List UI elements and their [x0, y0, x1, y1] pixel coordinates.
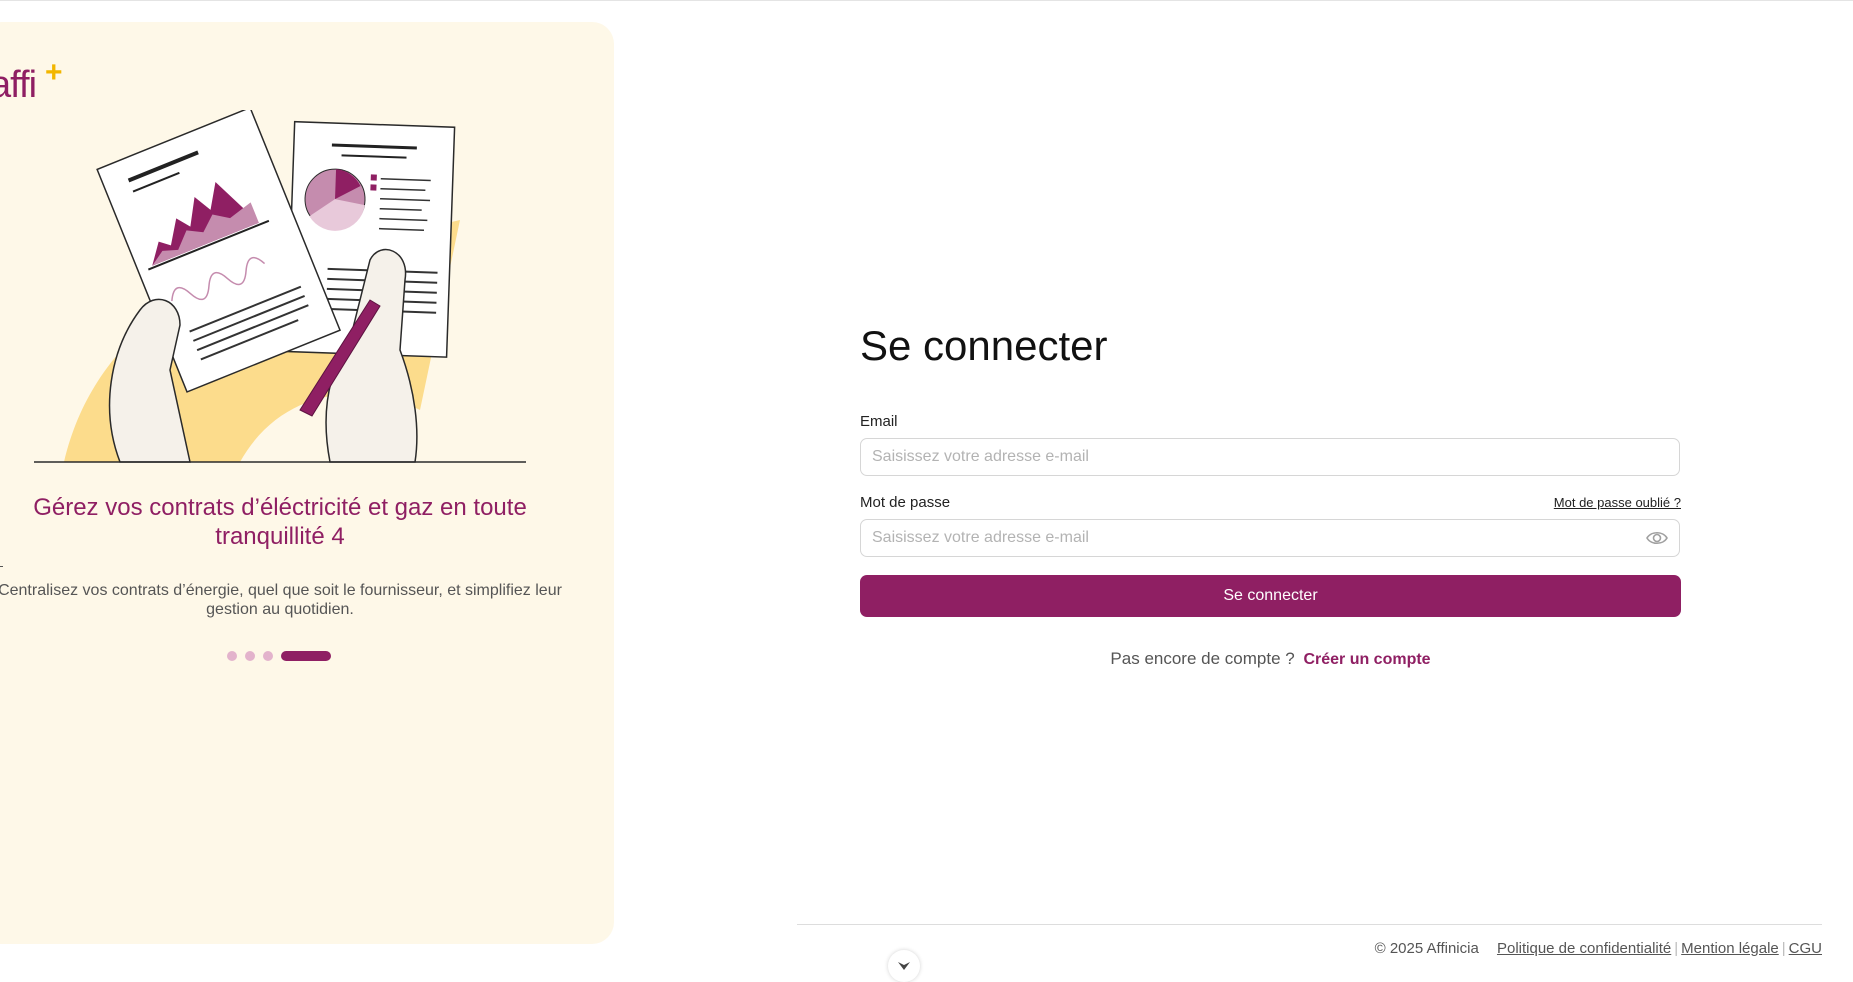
password-input[interactable] — [860, 519, 1680, 557]
carousel-title: Gérez vos contrats d’éléctricité et gaz … — [33, 494, 527, 550]
create-account-link[interactable]: Créer un compte — [1303, 651, 1430, 668]
footer-separator: | — [1674, 940, 1679, 957]
footer-divider — [797, 924, 1822, 925]
password-label: Mot de passe — [860, 494, 951, 511]
copyright: © 2025 Affinicia — [1374, 940, 1479, 957]
email-input[interactable] — [860, 438, 1680, 476]
onboarding-panel: affi+ — [0, 22, 614, 944]
page-title: Se connecter — [860, 322, 1108, 369]
contracts-illustration — [34, 110, 526, 463]
carousel-dot-4[interactable] — [281, 651, 331, 661]
legal-notice-link[interactable]: Mention légale — [1681, 940, 1779, 957]
signup-row: Pas encore de compte ? Créer un compte — [860, 649, 1681, 669]
carousel-dot-2[interactable] — [245, 651, 255, 661]
carousel-dot-1[interactable] — [227, 651, 237, 661]
forgot-password-link[interactable]: Mot de passe oublié ? — [1554, 495, 1681, 510]
edge-mark — [0, 566, 3, 567]
logo-text: affi — [0, 64, 37, 106]
scroll-down-button[interactable] — [888, 950, 920, 982]
privacy-policy-link[interactable]: Politique de confidentialité — [1497, 940, 1671, 957]
eye-icon[interactable] — [1645, 528, 1669, 548]
carousel-dot-3[interactable] — [263, 651, 273, 661]
top-divider — [0, 0, 1853, 1]
login-button[interactable]: Se connecter — [860, 575, 1681, 617]
footer-separator: | — [1781, 940, 1786, 957]
carousel-description: Centralisez vos contrats d’énergie, quel… — [0, 582, 562, 618]
terms-link[interactable]: CGU — [1789, 940, 1822, 957]
footer: © 2025 Affinicia Politique de confidenti… — [1375, 940, 1822, 957]
email-label: Email — [860, 413, 898, 430]
logo-plus-icon: + — [45, 56, 63, 89]
chevron-down-icon — [898, 962, 910, 970]
brand-logo: affi+ — [0, 56, 63, 107]
signup-prompt: Pas encore de compte ? — [1110, 649, 1295, 668]
